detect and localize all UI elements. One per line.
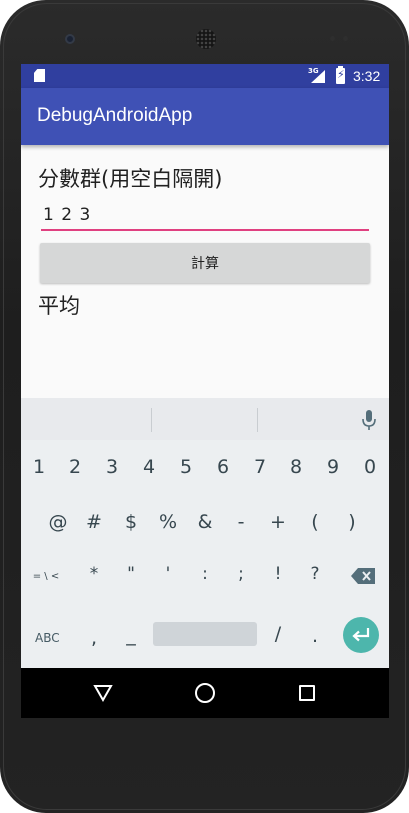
key-percent[interactable]: % xyxy=(153,513,183,532)
key-1[interactable]: 1 xyxy=(24,458,54,477)
key-at[interactable]: @ xyxy=(43,513,73,532)
backspace-icon[interactable] xyxy=(351,568,375,584)
key-exclamation[interactable]: ! xyxy=(263,566,293,583)
key-colon[interactable]: : xyxy=(190,566,220,583)
key-dollar[interactable]: $ xyxy=(116,513,146,532)
back-icon[interactable] xyxy=(93,683,113,703)
enter-icon xyxy=(352,628,370,642)
key-question[interactable]: ? xyxy=(300,566,330,583)
key-plus[interactable]: + xyxy=(263,513,293,532)
space-key[interactable] xyxy=(153,622,257,646)
light-sensor xyxy=(343,36,348,41)
app-bar: DebugAndroidApp xyxy=(21,88,389,145)
key-comma[interactable]: , xyxy=(79,629,109,648)
enter-key[interactable] xyxy=(343,617,379,653)
scores-input-container[interactable] xyxy=(41,201,369,231)
earpiece-speaker xyxy=(196,29,216,49)
proximity-sensor xyxy=(330,36,335,41)
key-minus[interactable]: - xyxy=(226,513,256,532)
device-screen: 3G ⚡ 3:32 DebugAndroidApp 分數群(用空白隔開) 計算 … xyxy=(21,64,389,718)
key-6[interactable]: 6 xyxy=(208,458,238,477)
status-time: 3:32 xyxy=(353,68,381,84)
key-2[interactable]: 2 xyxy=(60,458,90,477)
network-type: 3G xyxy=(308,67,319,75)
scores-label: 分數群(用空白隔開) xyxy=(38,167,223,191)
key-asterisk[interactable]: * xyxy=(79,566,109,583)
key-7[interactable]: 7 xyxy=(245,458,275,477)
suggestion-divider xyxy=(257,408,258,432)
key-semicolon[interactable]: ; xyxy=(226,566,256,583)
home-icon[interactable] xyxy=(195,683,215,703)
key-ampersand[interactable]: & xyxy=(190,513,220,532)
key-5[interactable]: 5 xyxy=(171,458,201,477)
key-9[interactable]: 9 xyxy=(318,458,348,477)
key-slash[interactable]: / xyxy=(263,625,293,644)
calculate-button[interactable]: 計算 xyxy=(40,243,370,283)
app-title: DebugAndroidApp xyxy=(37,105,193,126)
navigation-bar xyxy=(21,668,389,718)
sd-card-icon xyxy=(34,69,45,82)
front-camera xyxy=(65,34,75,44)
suggestion-divider xyxy=(151,408,152,432)
key-3[interactable]: 3 xyxy=(97,458,127,477)
key-left-paren[interactable]: ( xyxy=(300,513,330,532)
key-underscore[interactable]: _ xyxy=(116,626,146,645)
key-abc[interactable]: ABC xyxy=(35,631,60,645)
key-double-quote[interactable]: " xyxy=(116,566,146,583)
status-bar: 3G ⚡ 3:32 xyxy=(21,64,389,88)
key-0[interactable]: 0 xyxy=(355,458,385,477)
key-right-paren[interactable]: ) xyxy=(337,513,367,532)
microphone-icon[interactable] xyxy=(362,409,376,431)
soft-keyboard: 1 2 3 4 5 6 7 8 9 0 @ # $ % & - + ( ) = … xyxy=(21,398,389,668)
key-more-symbols[interactable]: = \ < xyxy=(28,572,64,582)
average-label: 平均 xyxy=(38,294,80,318)
scores-input[interactable] xyxy=(41,201,369,229)
suggestion-strip xyxy=(21,398,389,440)
key-period[interactable]: . xyxy=(300,627,330,646)
key-hash[interactable]: # xyxy=(79,513,109,532)
key-8[interactable]: 8 xyxy=(281,458,311,477)
charging-icon: ⚡ xyxy=(337,68,345,81)
key-4[interactable]: 4 xyxy=(134,458,164,477)
phone-frame: 3G ⚡ 3:32 DebugAndroidApp 分數群(用空白隔開) 計算 … xyxy=(0,0,409,813)
recent-apps-icon[interactable] xyxy=(299,685,315,701)
key-single-quote[interactable]: ' xyxy=(153,566,183,583)
